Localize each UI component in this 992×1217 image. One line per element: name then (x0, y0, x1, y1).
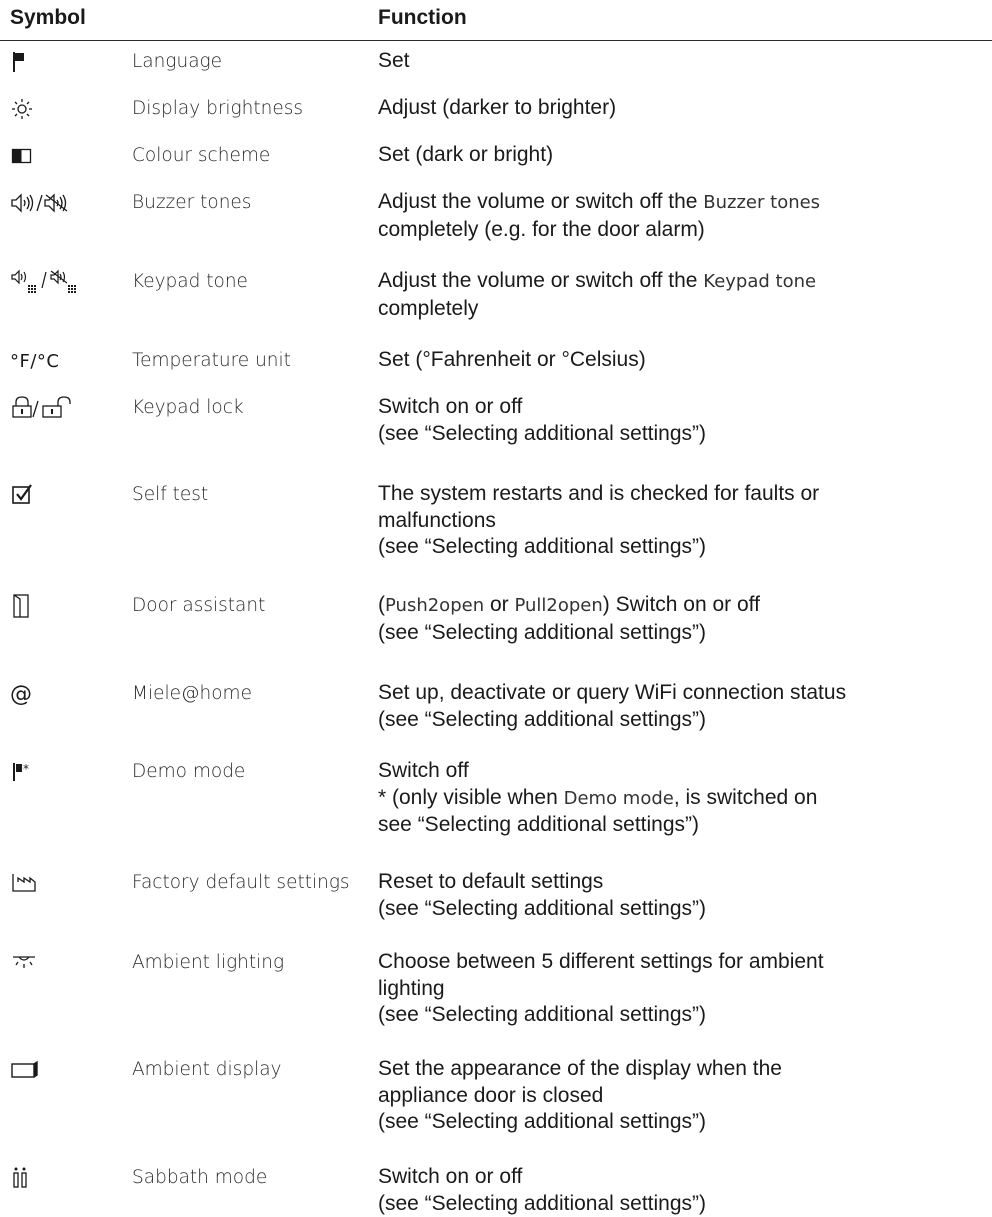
ambient-display-icon (10, 1056, 120, 1084)
setting-function: Choose between 5 different settings for … (378, 950, 824, 1026)
door-assistant-icon (10, 592, 120, 620)
setting-name: Language (132, 51, 223, 72)
setting-function: Set (378, 49, 410, 72)
setting-function: Adjust the volume or switch off the Buzz… (378, 190, 821, 241)
ambient-lighting-icon (10, 949, 120, 977)
keypad-lock-icon (10, 394, 120, 422)
settings-table: Symbol Function Language Set Display bri… (0, 0, 992, 1215)
flag-icon (10, 48, 120, 76)
setting-name: Miele@home (132, 683, 252, 704)
sabbath-mode-icon (10, 1164, 120, 1192)
setting-name: Colour scheme (132, 145, 271, 166)
setting-function: Set (°Fahrenheit or °Celsius) (378, 348, 646, 371)
colour-scheme-icon (10, 142, 120, 170)
setting-name: Sabbath mode (132, 1167, 268, 1188)
symbol-column-header: Symbol (10, 6, 86, 29)
table-header: Symbol Function (0, 0, 992, 41)
setting-function: Reset to default settings (see “Selectin… (378, 870, 707, 920)
temperature-unit-icon: °F/°C (10, 350, 60, 372)
setting-name: Factory default settings (132, 872, 350, 893)
setting-name: Buzzer tones (132, 192, 252, 213)
setting-name: Demo mode (132, 761, 246, 782)
function-column-header: Function (378, 6, 467, 29)
setting-function: Switch off * (only visible when Demo mod… (378, 759, 818, 836)
self-test-icon (10, 481, 120, 509)
setting-name: Ambient lighting (132, 952, 285, 973)
setting-name: Door assistant (132, 595, 266, 616)
setting-function: Switch on or off (see “Selecting additio… (378, 1165, 707, 1215)
setting-function: Switch on or off (see “Selecting additio… (378, 395, 707, 445)
setting-function: Adjust the volume or switch off the Keyp… (378, 269, 817, 320)
setting-name: Ambient display (132, 1059, 282, 1080)
setting-function: Set (dark or bright) (378, 143, 554, 166)
buzzer-tones-icon (10, 189, 120, 217)
setting-name: Self test (132, 484, 209, 505)
brightness-icon (10, 95, 120, 123)
demo-mode-icon: * (10, 758, 120, 786)
setting-name: Temperature unit (132, 350, 291, 371)
keypad-tone-icon (10, 268, 120, 296)
svg-text:*: * (23, 762, 29, 776)
setting-function: Set the appearance of the display when t… (378, 1057, 782, 1133)
at-icon: @ (10, 681, 33, 707)
setting-name: Keypad tone (132, 271, 248, 292)
setting-name: Keypad lock (132, 397, 244, 418)
setting-function: Set up, deactivate or query WiFi connect… (378, 681, 847, 731)
setting-function: Adjust (darker to brighter) (378, 96, 617, 119)
setting-name: Display brightness (132, 98, 304, 119)
setting-function: The system restarts and is checked for f… (378, 482, 820, 558)
setting-function: (Push2open or Pull2open) Switch on or of… (378, 593, 760, 644)
factory-default-icon (10, 869, 120, 897)
